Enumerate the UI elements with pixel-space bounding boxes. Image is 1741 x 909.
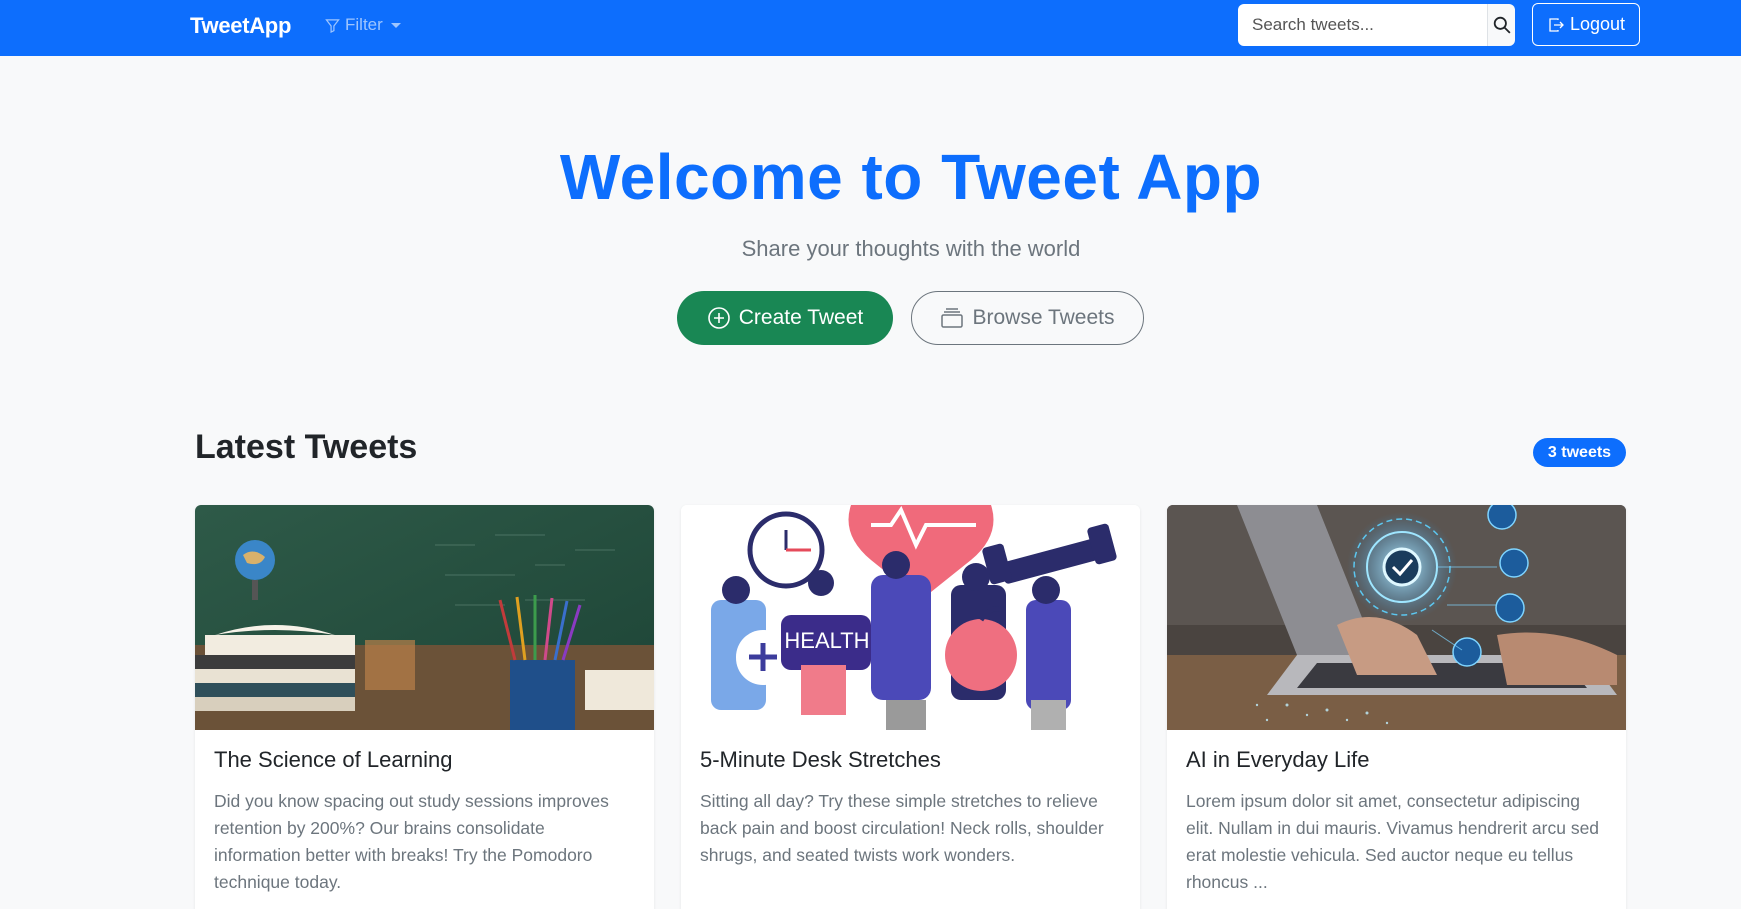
browse-tweets-label: Browse Tweets — [972, 306, 1115, 329]
browse-tweets-button[interactable]: Browse Tweets — [911, 291, 1144, 345]
filter-label: Filter — [345, 15, 383, 34]
create-tweet-label: Create Tweet — [738, 306, 864, 329]
navbar: TweetApp Filter Logout — [0, 0, 1741, 56]
tweet-card[interactable]: The Science of Learning Did you know spa… — [195, 505, 654, 909]
tweet-count-badge: 3 tweets — [1533, 438, 1626, 467]
search-button[interactable] — [1487, 4, 1515, 46]
tweet-text: Did you know spacing out study sessions … — [214, 791, 609, 892]
funnel-icon — [325, 18, 340, 33]
logout-button[interactable]: Logout — [1532, 3, 1640, 46]
caret-down-icon — [390, 22, 401, 28]
health-sign-text: HEALTH — [784, 628, 869, 653]
search-input[interactable] — [1238, 4, 1487, 46]
tweet-title: The Science of Learning — [214, 747, 453, 772]
plus-circle-icon — [707, 307, 730, 329]
tweet-image: HEALTH — [681, 505, 1140, 730]
search-form — [1238, 4, 1515, 46]
logout-icon — [1549, 17, 1564, 32]
hero-subtitle: Share your thoughts with the world — [741, 236, 1081, 261]
search-icon — [1493, 16, 1511, 34]
tweet-card[interactable]: AI in Everyday Life Lorem ipsum dolor si… — [1167, 505, 1626, 909]
tweet-title: AI in Everyday Life — [1186, 747, 1370, 772]
logout-label: Logout — [1569, 14, 1626, 34]
latest-tweets-heading: Latest Tweets — [195, 428, 418, 466]
tweet-title: 5-Minute Desk Stretches — [700, 747, 941, 772]
hero-title: Welcome to Tweet App — [559, 141, 1263, 213]
filter-dropdown[interactable]: Filter — [325, 15, 401, 35]
brand-link[interactable]: TweetApp — [190, 13, 291, 39]
tweet-card[interactable]: HEALTH 5-Minute Desk Stretches Sitting a… — [681, 505, 1140, 909]
tweet-image — [1167, 505, 1626, 730]
collection-icon — [941, 308, 964, 328]
create-tweet-button[interactable]: Create Tweet — [677, 291, 893, 345]
tweet-image — [195, 505, 654, 730]
tweet-text: Lorem ipsum dolor sit amet, consectetur … — [1186, 791, 1600, 892]
tweet-text: Sitting all day? Try these simple stretc… — [700, 791, 1104, 865]
